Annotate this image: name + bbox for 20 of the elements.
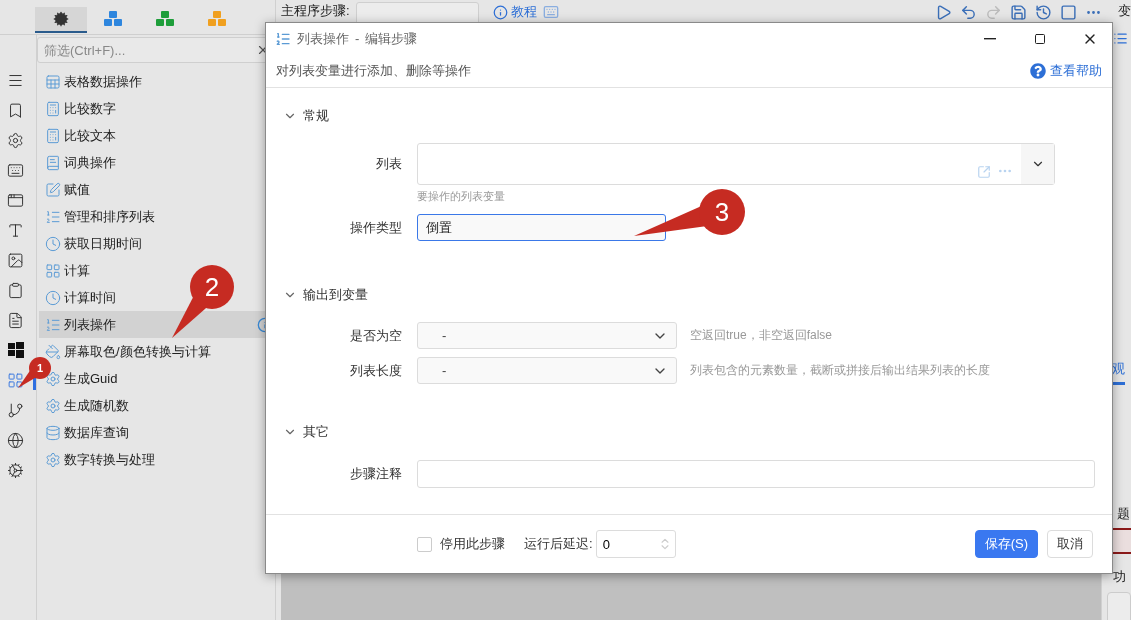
callout-badge: 1 xyxy=(29,357,51,379)
dialog-title: 列表操作 xyxy=(297,29,349,48)
field-label: 列表 xyxy=(376,155,403,173)
field-label: 是否为空 xyxy=(350,327,403,345)
dialog-subtitle: 编辑步骤 xyxy=(365,29,418,48)
dialog-description: 对列表变量进行添加、删除等操作 xyxy=(276,61,472,80)
field-label: 步骤注释 xyxy=(350,465,403,483)
field-hint: 要操作的列表变量 xyxy=(417,189,506,204)
field-label: 题 xyxy=(1117,505,1130,523)
toolbar-label: 主程序步骤: xyxy=(281,2,350,20)
checkbox-label: 停用此步骤 xyxy=(440,535,505,553)
delay-label: 运行后延迟: xyxy=(524,535,593,553)
title-separator: - xyxy=(355,31,360,46)
field-note: 空返回true，非空返回false xyxy=(690,327,833,344)
field-label: 列表长度 xyxy=(350,362,403,380)
callout-badge: 2 xyxy=(190,265,234,309)
field-label: 功 xyxy=(1113,568,1126,586)
field-note: 列表包含的元素数量，截断或拼接后输出结果列表的长度 xyxy=(690,362,990,379)
field-label: 操作类型 xyxy=(350,219,403,237)
side-label: 变 xyxy=(1118,2,1131,20)
